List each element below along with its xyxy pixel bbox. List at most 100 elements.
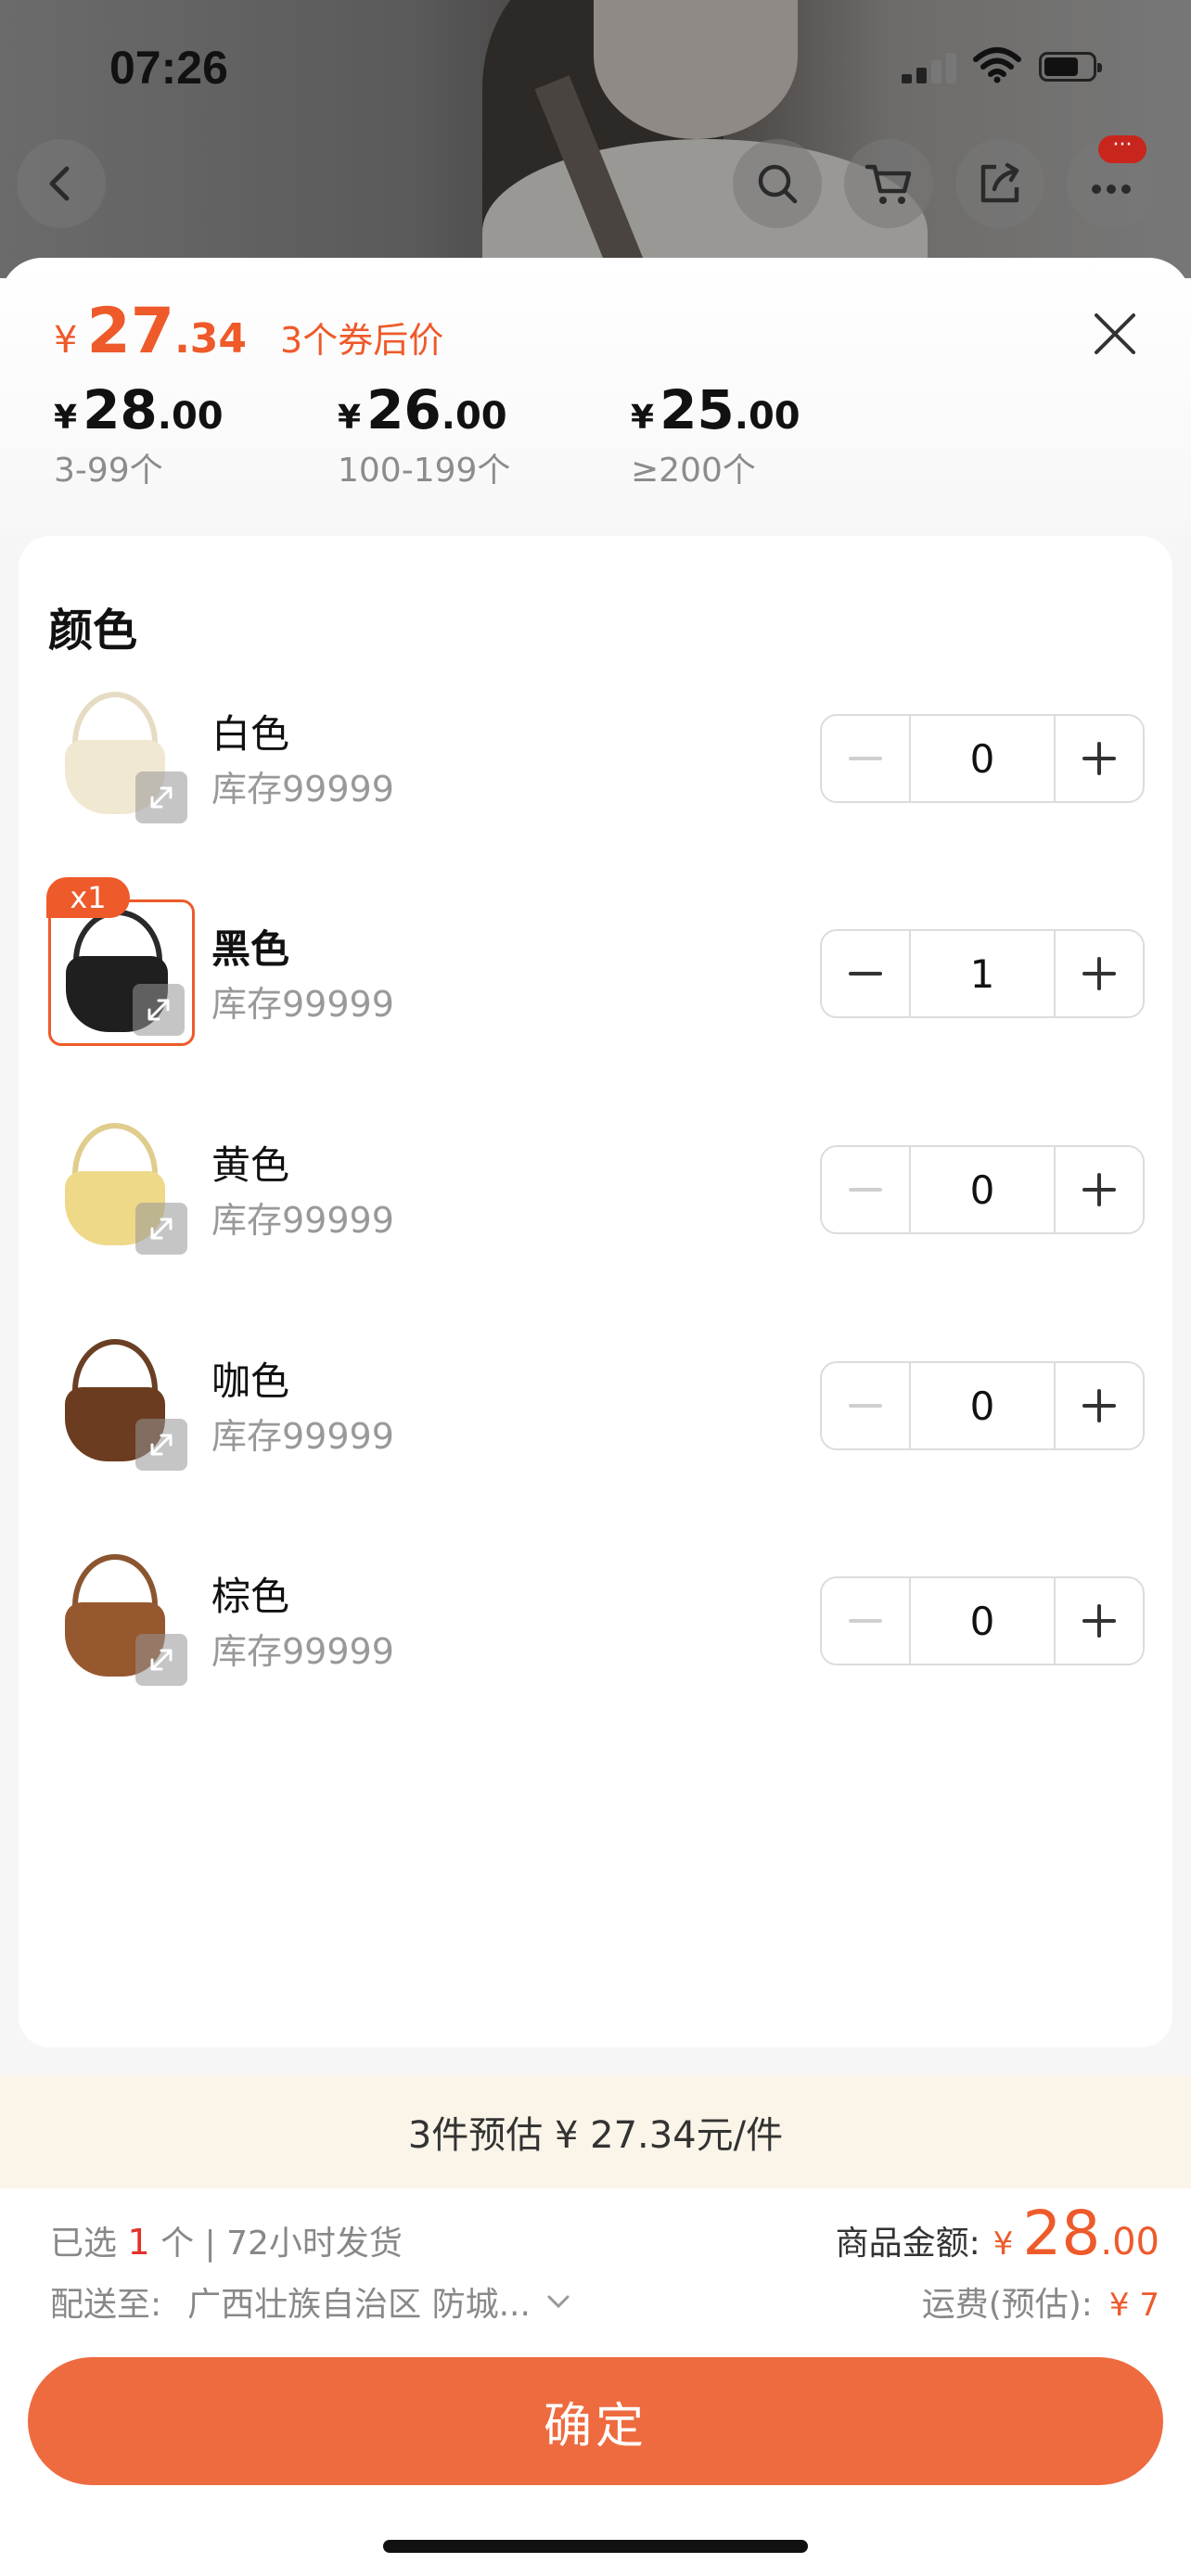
sku-row-coffee: 咖色 库存99999 0 <box>19 1332 1172 1489</box>
minus-icon <box>849 1619 882 1623</box>
tier-dec: .00 <box>734 395 800 438</box>
sku-thumbnail[interactable] <box>48 899 195 1046</box>
expand-icon[interactable] <box>135 1419 187 1471</box>
selected-summary: 已选 1 个 | 72小时发货 <box>50 2216 403 2264</box>
increment-button[interactable] <box>1056 931 1143 1016</box>
sku-name: 白色 <box>211 711 290 757</box>
search-icon <box>758 164 798 204</box>
total-int: 28 <box>1022 2198 1101 2269</box>
tier-price-list: ¥ 28 .00 3-99个 ¥ 26 .00 100-199个 ¥ 25 .0… <box>54 378 1074 490</box>
tier-price-2: ¥ 26 .00 100-199个 <box>338 378 510 491</box>
sku-stock: 库存99999 <box>211 1631 394 1672</box>
sku-stock: 库存99999 <box>211 769 394 810</box>
expand-icon[interactable] <box>135 1203 187 1255</box>
expand-icon[interactable] <box>133 984 185 1036</box>
cart-button[interactable] <box>844 139 933 228</box>
sku-thumbnail[interactable] <box>48 1332 195 1478</box>
total-yen: ¥ <box>992 2225 1014 2263</box>
tier-int: 28 <box>83 378 158 441</box>
minus-icon <box>849 757 882 760</box>
quantity-input[interactable]: 0 <box>909 716 1056 801</box>
sku-thumbnail[interactable] <box>48 1547 195 1693</box>
quantity-input[interactable]: 0 <box>909 1578 1056 1664</box>
more-button[interactable]: ··· <box>1067 135 1156 228</box>
decrement-button[interactable] <box>822 1363 909 1448</box>
total-dec: .00 <box>1100 2221 1159 2264</box>
coupon-price-int: 27 <box>86 295 175 368</box>
sku-stock: 库存99999 <box>211 1200 394 1241</box>
selected-prefix: 已选 <box>50 2225 118 2263</box>
sku-selection-sheet: ¥ 27 .34 3个券后价 ¥ 28 .00 3-99个 ¥ 26 .00 1… <box>0 258 1191 2576</box>
sku-row-white: 白色 库存99999 0 <box>19 684 1172 842</box>
tier-range: 100-199个 <box>338 452 511 490</box>
decrement-button[interactable] <box>822 1578 909 1664</box>
tier-yen: ¥ <box>338 399 362 437</box>
plus-icon <box>1082 1604 1116 1638</box>
shipping-address-selector[interactable]: 配送至: 广西壮族自治区 防城... <box>50 2277 577 2326</box>
quantity-stepper: 0 <box>820 1145 1145 1234</box>
confirm-button[interactable]: 确定 <box>28 2357 1163 2485</box>
coupon-price-yen: ¥ <box>54 319 78 362</box>
sku-name: 黑色 <box>211 926 290 972</box>
ship-address: 广西壮族自治区 防城... <box>187 2286 531 2324</box>
quantity-stepper: 0 <box>820 714 1145 803</box>
order-footer: 已选 1 个 | 72小时发货 配送至: 广西壮族自治区 防城... 商品金额:… <box>0 2188 1191 2576</box>
cart-icon <box>864 164 912 204</box>
sku-row-yellow: 黄色 库存99999 0 <box>19 1116 1172 1273</box>
share-button[interactable] <box>955 139 1044 228</box>
sku-thumbnail[interactable] <box>48 684 195 831</box>
sku-stock: 库存99999 <box>211 984 394 1025</box>
coupon-price-note: 3个券后价 <box>280 320 444 361</box>
freight-label: 运费(预估): <box>921 2286 1093 2324</box>
search-button[interactable] <box>733 139 822 228</box>
more-icon <box>1092 185 1131 194</box>
freight-estimate: 运费(预估): ¥ 7 <box>922 2277 1159 2326</box>
increment-button[interactable] <box>1056 1578 1143 1664</box>
tier-dec: .00 <box>441 395 507 438</box>
minus-icon <box>849 1404 882 1408</box>
signal-icon <box>902 52 957 83</box>
battery-icon <box>1039 52 1102 82</box>
sku-row-black: x1 黑色 库存99999 1 <box>19 877 1172 1057</box>
chevron-left-icon <box>49 166 70 201</box>
coupon-price-dec: .34 <box>174 315 248 363</box>
decrement-button[interactable] <box>822 716 909 801</box>
status-time: 07:26 <box>109 42 228 94</box>
increment-button[interactable] <box>1056 1147 1143 1232</box>
increment-button[interactable] <box>1056 1363 1143 1448</box>
close-icon[interactable] <box>1085 304 1145 363</box>
quantity-stepper: 0 <box>820 1361 1145 1450</box>
quantity-stepper: 0 <box>820 1576 1145 1665</box>
plus-icon <box>1082 1173 1116 1206</box>
tier-price-1: ¥ 28 .00 3-99个 <box>54 378 224 491</box>
minus-icon <box>849 1188 882 1192</box>
sku-thumbnail[interactable] <box>48 1116 195 1262</box>
decrement-button[interactable] <box>822 1147 909 1232</box>
tier-yen: ¥ <box>631 399 655 437</box>
expand-icon[interactable] <box>135 1634 187 1686</box>
quantity-stepper: 1 <box>820 929 1145 1018</box>
plus-icon <box>1082 957 1116 990</box>
decrement-button[interactable] <box>822 931 909 1016</box>
quantity-input[interactable]: 0 <box>909 1363 1056 1448</box>
quantity-input[interactable]: 1 <box>909 931 1056 1016</box>
plus-icon <box>1082 1389 1116 1422</box>
color-options-card: 颜色 白色 库存99999 0 x1 黑色 库存99999 1 黄色 库存999… <box>19 536 1172 2047</box>
chevron-down-icon <box>547 2295 570 2309</box>
back-button[interactable] <box>17 139 106 228</box>
selected-count-tag: x1 <box>46 877 130 918</box>
tier-int: 26 <box>366 378 442 441</box>
tier-yen: ¥ <box>54 399 78 437</box>
sku-row-brown: 棕色 库存99999 0 <box>19 1547 1172 1704</box>
expand-icon[interactable] <box>135 772 187 823</box>
tier-range: ≥200个 <box>631 452 756 490</box>
selected-suffix: 个 | 72小时发货 <box>160 2225 403 2263</box>
tier-price-3: ¥ 25 .00 ≥200个 <box>631 378 800 491</box>
message-badge: ··· <box>1098 135 1146 163</box>
increment-button[interactable] <box>1056 716 1143 801</box>
sku-name: 棕色 <box>211 1574 290 1619</box>
share-icon <box>980 162 1019 203</box>
home-indicator <box>383 2540 808 2553</box>
total-label: 商品金额: <box>835 2225 980 2263</box>
quantity-input[interactable]: 0 <box>909 1147 1056 1232</box>
